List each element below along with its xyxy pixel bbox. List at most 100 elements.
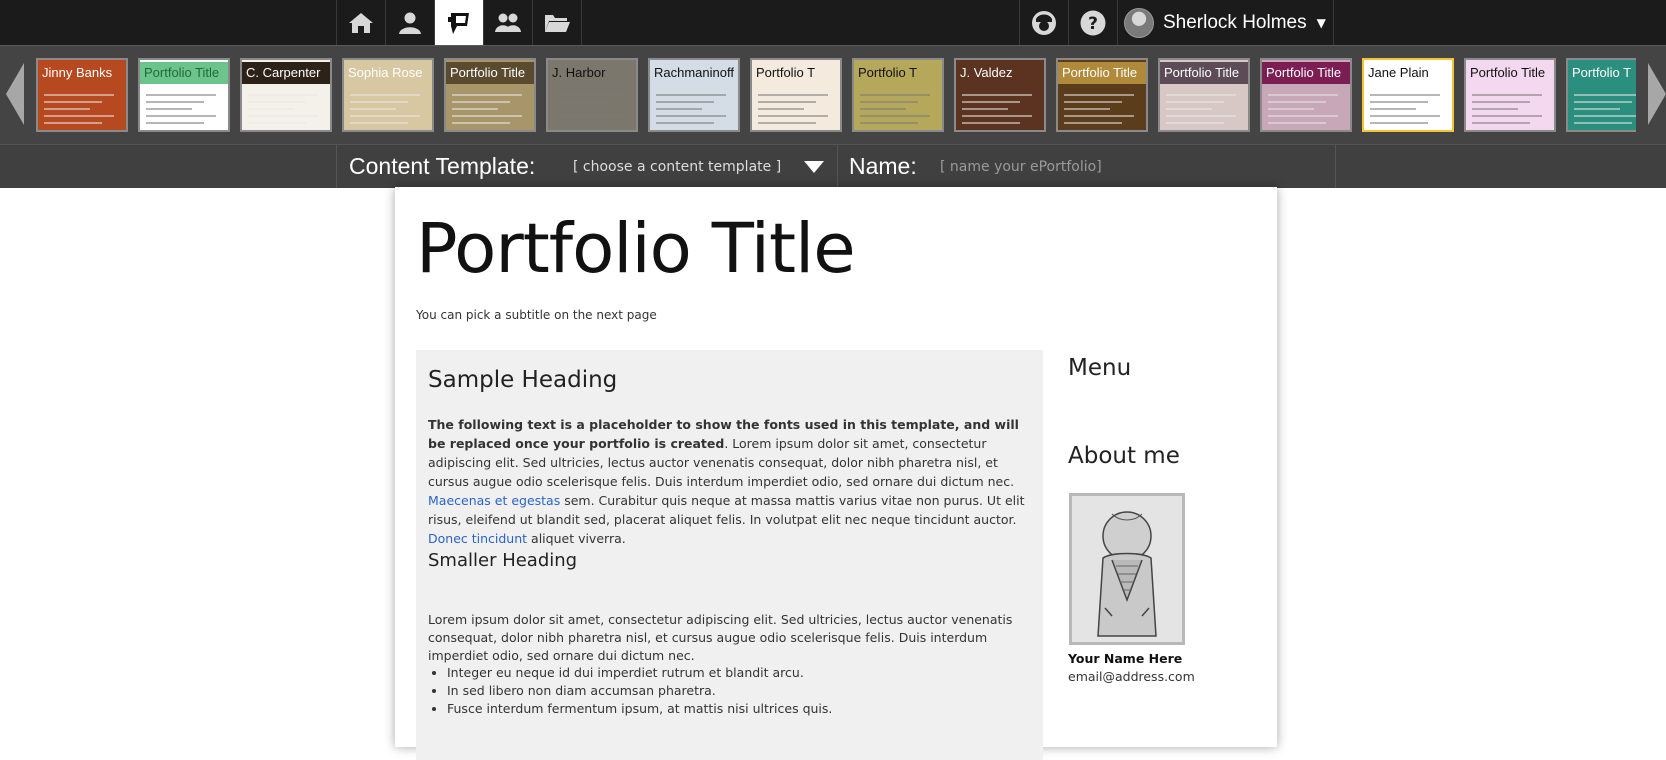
link-donec[interactable]: Donec tincidunt [428, 531, 527, 546]
template-thumbnail[interactable]: Portfolio Title [138, 58, 230, 132]
page-title: Portfolio Title [416, 209, 856, 289]
thumbnail-text-line [1574, 108, 1620, 110]
content-template-label: Content Template: [349, 153, 536, 179]
thumbnail-text-line [452, 115, 522, 117]
template-thumbnail[interactable]: Portfolio T [750, 58, 842, 132]
thumbnail-text-line [554, 101, 612, 103]
thumbnail-text-line [44, 122, 102, 124]
menu-heading: Menu [1068, 355, 1132, 381]
carousel-prev-button[interactable] [6, 63, 24, 125]
thumbnail-text-line [860, 122, 918, 124]
template-thumbnail[interactable]: C. Carpenter [240, 58, 332, 132]
thumbnail-text-line [350, 94, 420, 96]
user-icon [399, 12, 421, 34]
template-thumbnail-label: Portfolio Title [1470, 65, 1546, 80]
profile-photo [1069, 493, 1185, 645]
template-thumbnail[interactable]: Jane Plain [1362, 58, 1454, 132]
template-thumbnail[interactable]: Sophia Rose [342, 58, 434, 132]
groups-button[interactable] [484, 0, 533, 45]
content-template-select[interactable]: [ choose a content template ] [573, 159, 781, 175]
thumbnail-text-line [1268, 122, 1326, 124]
avatar-help-icon [1032, 10, 1056, 35]
template-thumbnail[interactable]: Portfolio Title [1158, 58, 1250, 132]
svg-text:?: ? [1088, 14, 1098, 34]
template-thumbnail-label: Portfolio T [1572, 65, 1632, 80]
thumbnail-text-line [1064, 108, 1110, 110]
thumbnail-text-line [1574, 101, 1632, 103]
files-button[interactable] [533, 0, 582, 45]
thumbnail-text-line [1166, 115, 1236, 117]
template-thumbnail-label: Portfolio Title [1164, 65, 1240, 80]
thumbnail-text-line [350, 115, 420, 117]
template-thumbnail[interactable]: J. Valdez [954, 58, 1046, 132]
template-thumbnail[interactable]: Portfolio Title [1260, 58, 1352, 132]
thumbnail-text-line [1064, 101, 1122, 103]
main-nav [336, 0, 582, 45]
thumbnail-text-line [656, 115, 726, 117]
carousel-next-button[interactable] [1648, 63, 1666, 125]
thumbnail-text-line [758, 101, 816, 103]
portfolio-name-input[interactable]: [ name your ePortfolio] [940, 159, 1102, 175]
thumbnail-text-line [1268, 101, 1326, 103]
thumbnail-text-line [1370, 101, 1428, 103]
sample-heading: Sample Heading [428, 367, 618, 393]
thumbnail-text-line [146, 94, 216, 96]
template-thumbnail[interactable]: Rachmaninoff [648, 58, 740, 132]
template-thumbnail-label: Jinny Banks [42, 65, 113, 80]
home-button[interactable] [337, 0, 386, 45]
template-thumbnail-label: Rachmaninoff [654, 65, 734, 80]
template-thumbnail[interactable]: Jinny Banks [36, 58, 128, 132]
thumbnail-text-line [962, 115, 1032, 117]
thumbnail-text-line [1166, 101, 1224, 103]
template-thumbnail[interactable]: Portfolio T [852, 58, 944, 132]
template-thumbnail[interactable]: Portfolio Title [444, 58, 536, 132]
chevron-down-icon: ▼ [1316, 15, 1326, 30]
profile-button[interactable] [386, 0, 435, 45]
bullet-list: Integer eu neque id dui imperdiet rutrum… [428, 664, 832, 718]
thumbnail-text-line [656, 122, 714, 124]
template-thumbnail-label: Portfolio T [858, 65, 918, 80]
template-thumbnail[interactable]: J. Harbor [546, 58, 638, 132]
thumbnail-text-line [1166, 122, 1224, 124]
template-thumbnail[interactable]: Portfolio T [1566, 58, 1636, 132]
thumbnail-text-line [1370, 115, 1440, 117]
thumbnail-text-line [452, 108, 498, 110]
thumbnail-text-line [248, 94, 318, 96]
thumbnail-text-line [1064, 115, 1134, 117]
thumbnail-text-line [758, 122, 816, 124]
thumbnail-text-line [860, 108, 906, 110]
sample-paragraph: The following text is a placeholder to s… [428, 415, 1038, 548]
thumbnail-text-line [44, 101, 102, 103]
template-thumbnail[interactable]: Portfolio Title [1056, 58, 1148, 132]
template-thumbnail[interactable]: Portfolio Title [1464, 58, 1556, 132]
template-thumbnail-label: Portfolio Title [1062, 65, 1138, 80]
home-icon [349, 12, 373, 33]
help-button[interactable]: ? [1069, 0, 1118, 45]
smaller-paragraph: Lorem ipsum dolor sit amet, consectetur … [428, 612, 1013, 663]
list-item: Integer eu neque id dui imperdiet rutrum… [447, 664, 832, 682]
template-thumbnail-label: Jane Plain [1368, 65, 1429, 80]
name-section: Name: [ name your ePortfolio] [837, 145, 1336, 188]
thumbnail-text-line [1472, 108, 1518, 110]
thumbnail-text-line [1574, 94, 1636, 96]
paragraph-text: aliquet viverra. [527, 531, 626, 546]
thumbnail-text-line [1574, 115, 1636, 117]
thumbnail-text-line [860, 115, 930, 117]
name-label: Name: [849, 153, 917, 179]
thumbnail-text-line [452, 122, 510, 124]
template-thumbnail-label: Portfolio T [756, 65, 816, 80]
thumbnail-text-line [656, 94, 726, 96]
link-maecenas[interactable]: Maecenas et egestas [428, 493, 560, 508]
template-preview: Portfolio Title You can pick a subtitle … [395, 187, 1277, 760]
user-menu[interactable]: Sherlock Holmes ▼ [1118, 0, 1334, 45]
portfolio-button[interactable] [435, 0, 484, 45]
account-button[interactable] [1020, 0, 1069, 45]
thumbnail-text-line [146, 101, 204, 103]
template-thumbnail-label: Sophia Rose [348, 65, 423, 80]
dropdown-arrow-icon[interactable] [804, 161, 824, 173]
template-thumbnail-label: Portfolio Title [1266, 65, 1342, 80]
portfolio-icon [448, 12, 469, 34]
thumbnail-text-line [554, 115, 624, 117]
template-thumbnail-label: J. Valdez [960, 65, 1013, 80]
template-carousel: Jinny Banks Portfolio Title C. Carpenter So… [0, 45, 1666, 145]
